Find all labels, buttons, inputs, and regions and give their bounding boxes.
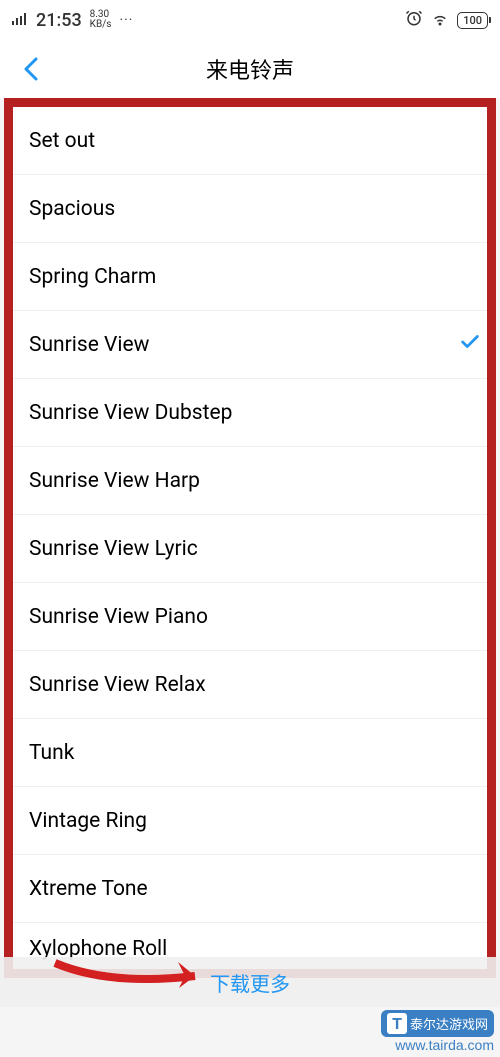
watermark-logo: T 泰尔达游戏网 [381, 1010, 494, 1037]
ringtone-name: Sunrise View [29, 333, 149, 357]
ringtone-name: Sunrise View Relax [29, 673, 206, 697]
time-display: 21:53 [36, 10, 82, 31]
ringtone-name: Sunrise View Lyric [29, 537, 198, 561]
ringtone-name: Sunrise View Piano [29, 605, 208, 629]
ringtone-item[interactable]: Sunrise View Harp [13, 447, 487, 515]
ringtone-item[interactable]: Spring Charm [13, 243, 487, 311]
battery-indicator: 100 [457, 12, 488, 29]
ringtone-name: Sunrise View Dubstep [29, 401, 232, 425]
ringtone-item[interactable]: Sunrise View Lyric [13, 515, 487, 583]
ringtone-name: Spring Charm [29, 265, 156, 289]
ringtone-name: Set out [29, 129, 95, 153]
ringtone-name: Spacious [29, 197, 115, 221]
nav-header: 来电铃声 [0, 40, 500, 98]
ringtone-item[interactable]: Sunrise View Relax [13, 651, 487, 719]
ringtone-item[interactable]: Spacious [13, 175, 487, 243]
ringtone-item[interactable]: Xtreme Tone [13, 855, 487, 923]
ringtone-item[interactable]: Vintage Ring [13, 787, 487, 855]
bottom-bar: 下载更多 [0, 957, 500, 1007]
ringtone-name: Tunk [29, 741, 74, 765]
ringtone-item[interactable]: Set out [13, 107, 487, 175]
ringtone-list: Set out Spacious Spring Charm Sunrise Vi… [4, 98, 496, 978]
watermark-brand: 泰尔达游戏网 [410, 1014, 488, 1033]
ringtone-item[interactable]: Tunk [13, 719, 487, 787]
wifi-icon [431, 9, 449, 31]
ringtone-item[interactable]: Sunrise View Dubstep [13, 379, 487, 447]
watermark-url: www.tairda.com [395, 1037, 494, 1053]
ringtone-name: Sunrise View Harp [29, 469, 200, 493]
more-dots: ··· [119, 12, 133, 28]
status-left: 21:53 8.30 KB/s ··· [12, 10, 133, 31]
ringtone-item[interactable]: Sunrise View Piano [13, 583, 487, 651]
ringtone-name: Vintage Ring [29, 809, 147, 833]
alarm-icon [405, 9, 423, 31]
ringtone-item[interactable]: Sunrise View [13, 311, 487, 379]
status-bar: 21:53 8.30 KB/s ··· 100 [0, 0, 500, 40]
check-icon [459, 331, 481, 359]
back-button[interactable] [16, 54, 46, 84]
status-right: 100 [405, 9, 488, 31]
network-indicator [12, 13, 28, 28]
ringtone-name: Xtreme Tone [29, 877, 148, 901]
watermark: T 泰尔达游戏网 www.tairda.com [381, 1010, 494, 1053]
download-more-button[interactable]: 下载更多 [210, 968, 290, 997]
page-title: 来电铃声 [0, 53, 500, 85]
speed-indicator: 8.30 KB/s [90, 10, 112, 30]
